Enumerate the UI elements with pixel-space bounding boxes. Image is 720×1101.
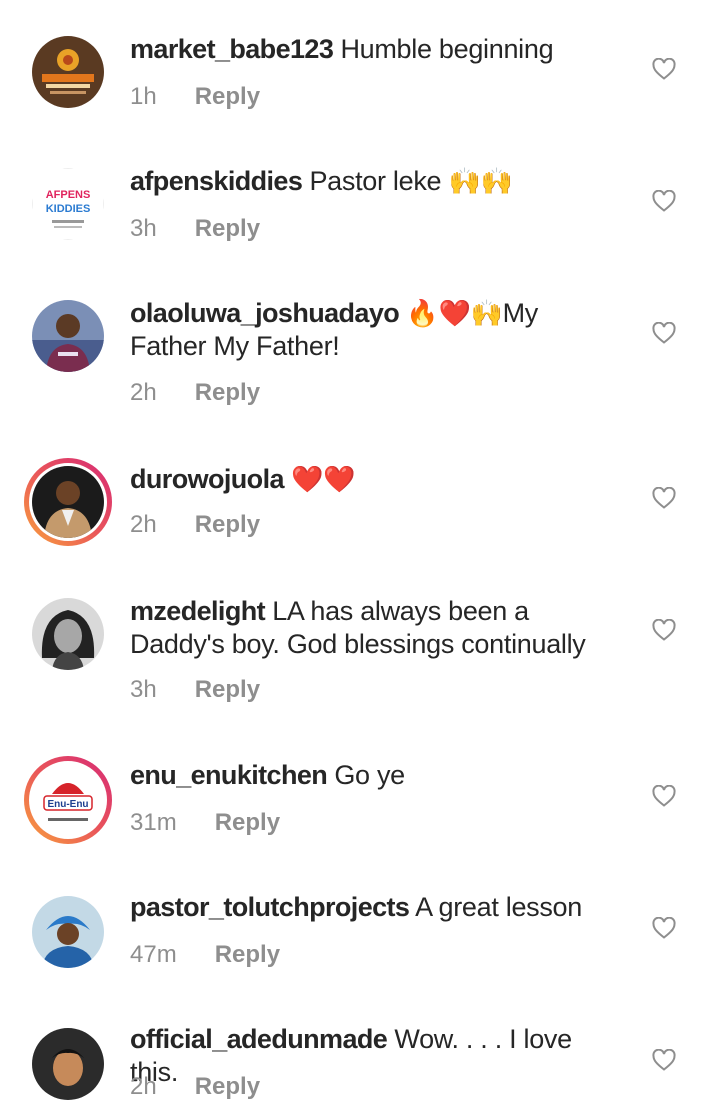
svg-text:KIDDIES: KIDDIES [46, 203, 91, 215]
heart-outline-icon[interactable] [652, 785, 676, 807]
reply-button[interactable]: Reply [195, 83, 260, 110]
heart-outline-icon[interactable] [652, 619, 676, 641]
comment-row: AFPENS KIDDIES afpenskiddies Pastor leke … [0, 132, 720, 262]
username-link[interactable]: pastor_tolutchprojects [130, 892, 410, 922]
comment-text: pastor_tolutchprojects A great lesson [130, 891, 620, 924]
heart-outline-icon[interactable] [652, 190, 676, 212]
reply-button[interactable]: Reply [215, 941, 280, 968]
heart-outline-icon[interactable] [652, 322, 676, 344]
comment-body: Go ye [334, 760, 405, 790]
avatar [32, 466, 104, 538]
comment-meta: 2h Reply [130, 1073, 260, 1101]
username-link[interactable]: mzedelight [130, 596, 266, 626]
comment-meta: 2h Reply [130, 379, 260, 407]
timestamp: 47m [130, 941, 177, 968]
reply-button[interactable]: Reply [195, 215, 260, 242]
avatar[interactable] [32, 598, 104, 670]
comment-body: Pastor leke [309, 166, 442, 196]
reply-button[interactable]: Reply [195, 379, 260, 406]
avatar[interactable] [32, 896, 104, 968]
comment-row: mzedelight LA has always been a Daddy's … [0, 562, 720, 726]
username-link[interactable]: enu_enukitchen [130, 760, 328, 790]
timestamp: 3h [130, 676, 157, 703]
heart-outline-icon[interactable] [652, 487, 676, 509]
timestamp: 31m [130, 809, 177, 836]
username-link[interactable]: official_adedunmade [130, 1024, 388, 1054]
hearts-emoji: ❤️❤️ [291, 464, 356, 494]
avatar-inner: Enu-Enu [29, 761, 107, 839]
comment-text: mzedelight LA has always been a Daddy's … [130, 595, 620, 661]
timestamp: 2h [130, 379, 157, 406]
comment-text: durowojuola ❤️❤️ [130, 463, 620, 496]
comment-row: official_adedunmade Wow. . . . I love th… [0, 992, 720, 1100]
heart-outline-icon[interactable] [652, 917, 676, 939]
reply-button[interactable]: Reply [195, 676, 260, 703]
avatar: Enu-Enu [32, 764, 104, 836]
comment-meta: 47m Reply [130, 941, 280, 969]
comment-body: A great lesson [415, 892, 582, 922]
comment-row: Enu-Enu enu_enukitchen Go ye 31m Reply [0, 728, 720, 858]
comment-text: olaoluwa_joshuadayo 🔥❤️🙌My Father My Fat… [130, 297, 620, 363]
comment-text: afpenskiddies Pastor leke 🙌🙌 [130, 165, 620, 198]
avatar[interactable] [32, 1028, 104, 1100]
heart-outline-icon[interactable] [652, 1049, 676, 1071]
comment-meta: 3h Reply [130, 215, 260, 243]
timestamp: 1h [130, 83, 157, 110]
comment-body: Humble beginning [340, 34, 554, 64]
avatar-inner [29, 463, 107, 541]
avatar-story-ring[interactable]: Enu-Enu [24, 756, 112, 844]
timestamp: 3h [130, 215, 157, 242]
reply-button[interactable]: Reply [215, 809, 280, 836]
comment-row: pastor_tolutchprojects A great lesson 47… [0, 860, 720, 990]
fire-heart-hands-emoji: 🔥❤️🙌 [406, 298, 503, 328]
comment-text: enu_enukitchen Go ye [130, 759, 620, 792]
heart-outline-icon[interactable] [652, 58, 676, 80]
avatar[interactable]: AFPENS KIDDIES [32, 168, 104, 240]
timestamp: 2h [130, 511, 157, 538]
username-link[interactable]: afpenskiddies [130, 166, 303, 196]
comment-meta: 1h Reply [130, 83, 260, 111]
comment-row: durowojuola ❤️❤️ 2h Reply [0, 430, 720, 560]
reply-button[interactable]: Reply [195, 511, 260, 538]
svg-text:AFPENS: AFPENS [46, 189, 91, 201]
comment-text: market_babe123 Humble beginning [130, 33, 620, 66]
svg-text:Enu-Enu: Enu-Enu [47, 799, 88, 810]
username-link[interactable]: durowojuola [130, 464, 284, 494]
comment-row: olaoluwa_joshuadayo 🔥❤️🙌My Father My Fat… [0, 264, 720, 428]
username-link[interactable]: olaoluwa_joshuadayo [130, 298, 400, 328]
avatar[interactable] [32, 300, 104, 372]
avatar[interactable] [32, 36, 104, 108]
username-link[interactable]: market_babe123 [130, 34, 334, 64]
comment-meta: 3h Reply [130, 676, 260, 704]
comment-row: market_babe123 Humble beginning 1h Reply [0, 0, 720, 130]
comment-meta: 2h Reply [130, 511, 260, 539]
avatar-story-ring[interactable] [24, 458, 112, 546]
raised-hands-emoji: 🙌🙌 [448, 166, 513, 196]
comment-meta: 31m Reply [130, 809, 280, 837]
